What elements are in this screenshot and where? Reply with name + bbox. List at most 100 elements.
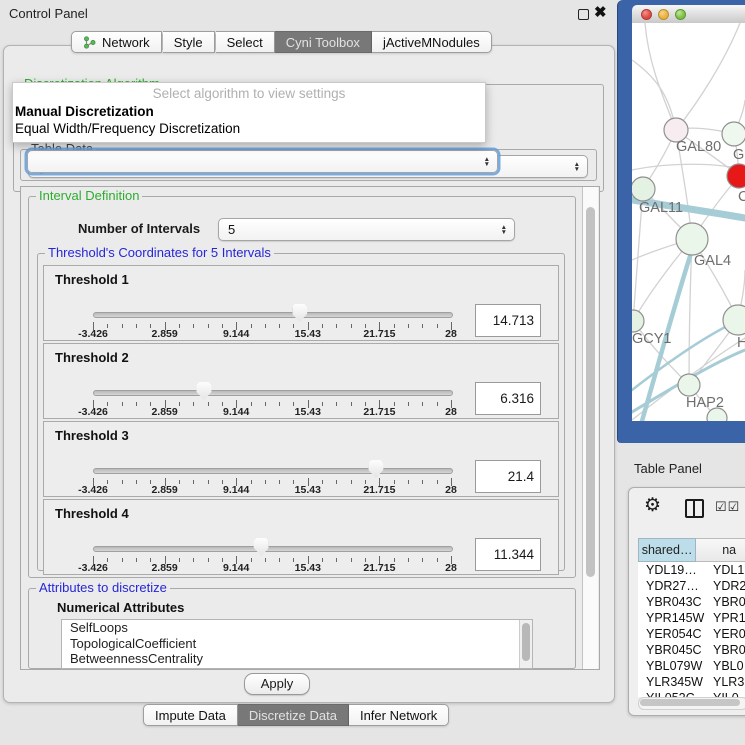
table-row[interactable]: YDR27…YDR2 <box>638 578 745 594</box>
tab-cyni-toolbox[interactable]: Cyni Toolbox <box>275 31 372 53</box>
threshold-slider[interactable] <box>93 382 451 400</box>
number-of-intervals-combobox[interactable]: 5 ▲▼ <box>218 218 515 241</box>
algorithm-option-equal-width[interactable]: Equal Width/Frequency Discretization <box>13 120 485 137</box>
tab-select[interactable]: Select <box>216 31 275 53</box>
slider-track[interactable] <box>93 390 453 396</box>
slider-thumb[interactable] <box>254 538 269 556</box>
algorithm-option-manual[interactable]: Manual Discretization <box>13 103 485 120</box>
tab-label: Select <box>227 35 263 50</box>
tick-label: 15.43 <box>295 328 321 340</box>
network-window-titlebar <box>632 5 745 24</box>
control-panel-tabs: Network Style Select Cyni Toolbox jActiv… <box>71 31 492 53</box>
combo-stepper-icon: ▲▼ <box>484 157 490 167</box>
threshold-value-input[interactable]: 14.713 <box>475 304 541 337</box>
table-row[interactable]: YBR043CYBR0 <box>638 594 745 610</box>
table-row[interactable]: YDL19…YDL1 <box>638 562 745 578</box>
slider-thumb[interactable] <box>292 304 307 322</box>
combo-stepper-icon: ▲▼ <box>574 162 580 172</box>
cell: YIL0 <box>709 690 745 697</box>
tick-label: 2.859 <box>151 328 177 340</box>
threshold-value-input[interactable]: 21.4 <box>475 460 541 493</box>
settings-scrollbar-thumb[interactable] <box>586 207 595 577</box>
thresholds-group-title: Threshold's Coordinates for 5 Intervals <box>45 245 274 260</box>
apply-button[interactable]: Apply <box>244 673 310 695</box>
tab-discretize-data[interactable]: Discretize Data <box>238 704 349 726</box>
threshold-slider[interactable] <box>93 460 451 478</box>
tick-label: 9.144 <box>223 562 249 574</box>
cell: YIL052C <box>638 690 709 697</box>
numerical-attributes-label: Numerical Attributes <box>57 600 184 615</box>
split-columns-icon[interactable] <box>685 499 704 518</box>
list-item[interactable]: TopologicalCoefficient <box>62 636 532 652</box>
cell: YER0 <box>709 626 745 642</box>
threshold-slider[interactable] <box>93 304 451 322</box>
algorithm-combobox[interactable]: ▲▼ <box>27 150 498 173</box>
threshold-label: Threshold 3 <box>55 428 129 443</box>
tab-infer-network[interactable]: Infer Network <box>349 704 449 726</box>
node-label: GCY1 <box>632 331 672 347</box>
tick-label: 2.859 <box>151 562 177 574</box>
list-scrollbar-thumb[interactable] <box>522 623 530 661</box>
list-item[interactable]: SelfLoops <box>62 620 532 636</box>
settings-scroll-panel: Interval Definition Number of Intervals … <box>20 186 600 670</box>
table-header: shared… na <box>638 538 745 562</box>
cell: YPR145W <box>638 610 709 626</box>
column-header-name[interactable]: na <box>696 538 745 562</box>
tick-label: -3.426 <box>78 562 108 574</box>
cell: YDL19… <box>638 562 709 578</box>
tick-label: 28 <box>445 484 457 496</box>
table-panel-title: Table Panel <box>634 461 702 476</box>
minimize-traffic-light-icon[interactable] <box>658 9 669 20</box>
screen: Control Panel ✖ Discretization Algorithm… <box>0 0 745 745</box>
slider-thumb[interactable] <box>368 460 383 478</box>
checkboxes-icon[interactable]: ☑☑ <box>715 499 740 515</box>
cell: YDR27… <box>638 578 709 594</box>
tick-label: 9.144 <box>223 406 249 418</box>
tab-network[interactable]: Network <box>71 31 162 53</box>
threshold-label: Threshold 4 <box>55 506 129 521</box>
table-row[interactable]: YPR145WYPR1 <box>638 610 745 626</box>
slider-thumb[interactable] <box>196 382 211 400</box>
threshold-value-input[interactable]: 11.344 <box>475 538 541 571</box>
zoom-traffic-light-icon[interactable] <box>675 9 686 20</box>
column-header-shared[interactable]: shared… <box>638 538 696 562</box>
network-canvas[interactable]: GAL80 G C GAL11 GAL4 GCY1 H HAP2 <box>632 23 745 421</box>
slider-track[interactable] <box>93 546 453 552</box>
tick-label: 15.43 <box>295 484 321 496</box>
table-horizontal-scrollbar[interactable] <box>638 697 745 710</box>
table-scrollbar-thumb[interactable] <box>640 699 740 706</box>
algorithm-hint: Select algorithm to view settings <box>13 86 485 103</box>
network-icon <box>83 36 96 49</box>
cell: YPR1 <box>709 610 745 626</box>
node-label: C <box>738 189 745 205</box>
tab-jactivemnodules[interactable]: jActiveMNodules <box>372 31 492 53</box>
threshold-slider[interactable] <box>93 538 451 556</box>
slider-track[interactable] <box>93 312 453 318</box>
settings-scrollbar[interactable] <box>582 187 598 669</box>
close-traffic-light-icon[interactable] <box>641 9 652 20</box>
tick-label: -3.426 <box>78 328 108 340</box>
table-row[interactable]: YER054CYER0 <box>638 626 745 642</box>
close-icon[interactable]: ✖ <box>594 3 607 21</box>
cell: YBR043C <box>638 594 709 610</box>
table-row[interactable]: YBL079WYBL0 <box>638 658 745 674</box>
threshold-row: Threshold 4 -3.4262.8599.14415.4321.7152… <box>43 499 559 575</box>
tab-style[interactable]: Style <box>163 31 215 53</box>
float-window-icon[interactable] <box>578 9 589 20</box>
table-row[interactable]: YLR345WYLR3 <box>638 674 745 690</box>
interval-definition-group: Interval Definition Number of Intervals … <box>28 196 576 578</box>
tab-impute-data[interactable]: Impute Data <box>143 704 238 726</box>
table-row[interactable]: YBR045CYBR0 <box>638 642 745 658</box>
table-row[interactable]: YIL052CYIL0 <box>638 690 745 697</box>
control-panel-titlebar: Control Panel ✖ <box>0 0 617 26</box>
threshold-value-input[interactable]: 6.316 <box>475 382 541 415</box>
gear-icon[interactable]: ⚙ <box>644 494 661 517</box>
node-label: G <box>733 147 744 163</box>
cyni-toolbox-panel: Discretization Algorithm ▲▼ Table Data g… <box>3 45 615 703</box>
network-graph <box>632 23 745 421</box>
slider-tick-labels: -3.4262.8599.14415.4321.71528 <box>93 328 451 340</box>
slider-track[interactable] <box>93 468 453 474</box>
list-item[interactable]: BetweennessCentrality <box>62 651 532 667</box>
list-scrollbar[interactable] <box>519 620 532 668</box>
network-view-window: GAL80 G C GAL11 GAL4 GCY1 H HAP2 <box>617 0 745 443</box>
